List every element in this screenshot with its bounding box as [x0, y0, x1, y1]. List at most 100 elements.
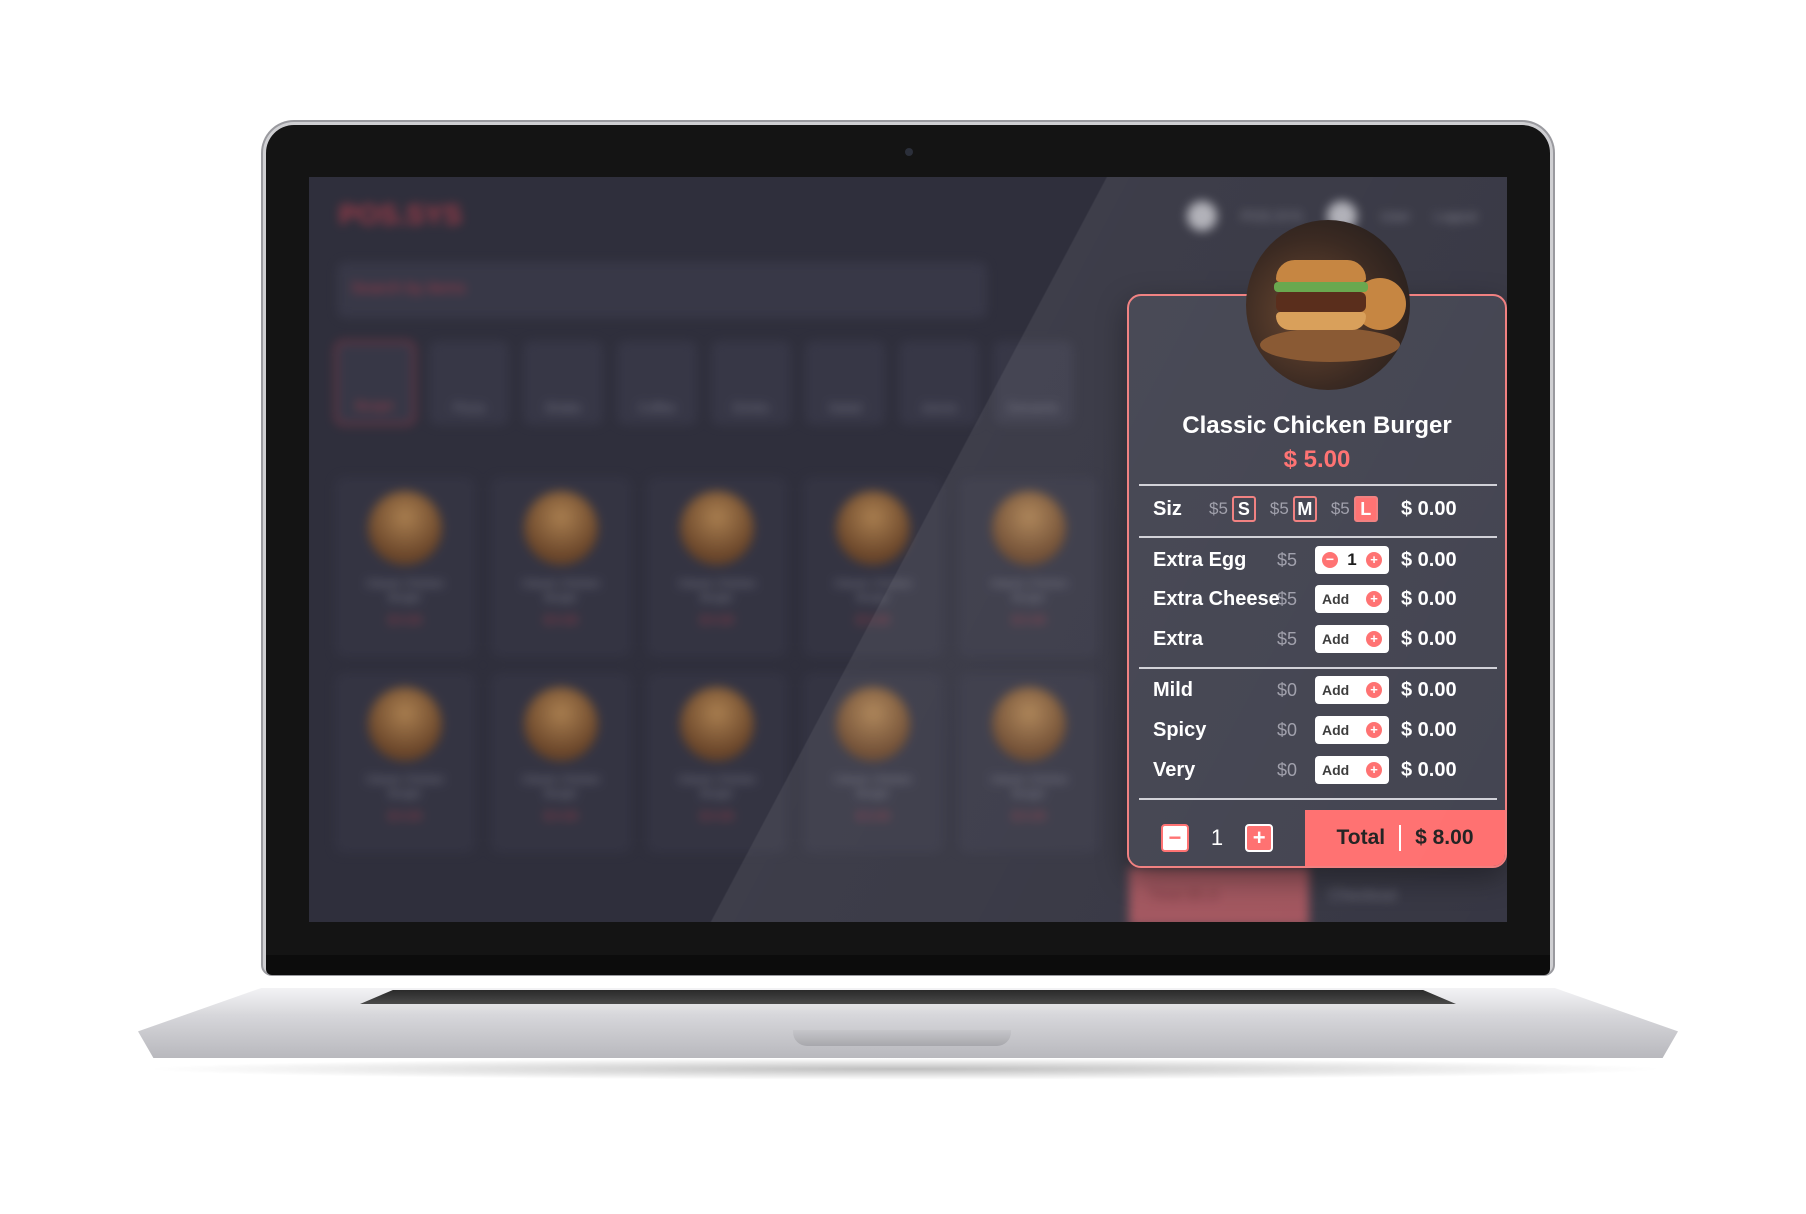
- add-label: Add: [1322, 682, 1350, 698]
- category-tab[interactable]: Salad: [805, 341, 885, 425]
- spice-cost: $0: [1277, 719, 1298, 740]
- extra-label: Extra Egg: [1153, 548, 1247, 571]
- add-button[interactable]: Add +: [1315, 716, 1389, 744]
- menu-item-price: $ 5.00: [856, 613, 890, 627]
- plate-shape: [1260, 328, 1400, 362]
- add-label: Add: [1322, 591, 1350, 607]
- spice-label: Spicy: [1153, 718, 1207, 741]
- category-bar: Burger Pizza Shake Coffee Drinks Salad J…: [335, 341, 1073, 425]
- menu-item-card[interactable]: Classic Chicken Burger $ 5.00: [959, 673, 1099, 853]
- store-name[interactable]: POS.SYS: [1241, 208, 1302, 224]
- extra-cost: $5: [1277, 628, 1298, 649]
- category-label: Salad: [828, 400, 862, 415]
- burger-image: [992, 687, 1066, 761]
- minus-icon[interactable]: −: [1322, 552, 1338, 568]
- plus-icon: +: [1366, 631, 1382, 647]
- menu-item-card[interactable]: Classic Chicken Burger $ 5.00: [803, 477, 943, 657]
- category-tab[interactable]: Coffee: [617, 341, 697, 425]
- menu-item-price: $ 5.00: [700, 809, 734, 823]
- size-amount: $ 0.00: [1401, 497, 1457, 520]
- spice-amount: $ 0.00: [1401, 678, 1457, 701]
- menu-item-card[interactable]: Classic Chicken Burger $ 5.00: [647, 477, 787, 657]
- extra-row: Extra Egg $5 − 1 + $ 0.00: [1153, 545, 1491, 575]
- spice-cost: $0: [1277, 759, 1298, 780]
- burger-shape: [1276, 260, 1366, 282]
- spice-row: Mild $0 Add + $ 0.00: [1153, 675, 1491, 705]
- add-button[interactable]: Add +: [1315, 756, 1389, 784]
- menu-item-name: Classic Chicken Burger: [677, 774, 757, 800]
- category-tab[interactable]: Desserts: [993, 341, 1073, 425]
- menu-item-name: Classic Chicken Burger: [989, 578, 1069, 604]
- category-tab[interactable]: Pizza: [429, 341, 509, 425]
- add-button[interactable]: Add +: [1315, 625, 1389, 653]
- add-to-order-button[interactable]: Total $ 8.00: [1305, 810, 1505, 866]
- add-button[interactable]: Add +: [1315, 676, 1389, 704]
- category-label: Desserts: [1007, 400, 1059, 415]
- menu-item-price: $ 5.00: [544, 613, 578, 627]
- size-cost: $5: [1269, 499, 1289, 518]
- spice-label: Very: [1153, 758, 1196, 781]
- menu-item-card[interactable]: Classic Chicken Burger $ 5.00: [491, 673, 631, 853]
- category-label: Pizza: [453, 400, 485, 415]
- order-total: Total $5.8: [1129, 867, 1309, 922]
- laptop-bezel-bottom: [266, 955, 1550, 975]
- extra-row: Extra Cheese $5 Add + $ 0.00: [1153, 584, 1491, 614]
- lid-notch: [793, 1030, 1011, 1046]
- spice-row: Spicy $0 Add + $ 0.00: [1153, 715, 1491, 745]
- menu-item-card[interactable]: Classic Chicken Burger $ 5.00: [647, 673, 787, 853]
- decrease-button[interactable]: −: [1160, 824, 1189, 852]
- product-title: Classic Chicken Burger: [1182, 412, 1452, 439]
- burger-image: [368, 491, 442, 565]
- search-input[interactable]: Search by items: [337, 262, 987, 318]
- menu-item-card[interactable]: Classic Chicken Burger $ 5.00: [959, 477, 1099, 657]
- menu-item-card[interactable]: Classic Chicken Burger $ 5.00: [803, 673, 943, 853]
- plus-icon: +: [1366, 722, 1382, 738]
- size-row: Siz $5 S $5 M $5 L $ 0.00: [1153, 494, 1491, 524]
- size-options: $5 S $5 M $5 L: [1199, 496, 1378, 522]
- order-total-value: $5.8: [1187, 887, 1219, 904]
- menu-item-price: $ 5.00: [544, 809, 578, 823]
- category-label: Drinks: [732, 400, 770, 415]
- menu-item-card[interactable]: Classic Chicken Burger $ 5.00: [335, 477, 475, 657]
- burger-image: [368, 687, 442, 761]
- category-tab[interactable]: Drinks: [711, 341, 791, 425]
- store-avatar: [1187, 201, 1218, 231]
- burger-shape: [1274, 282, 1368, 292]
- category-tab[interactable]: Juices: [899, 341, 979, 425]
- quantity-value: 1: [1210, 825, 1224, 850]
- product-price: $ 5.00: [1283, 446, 1351, 473]
- extra-cost: $5: [1277, 588, 1298, 609]
- plus-icon: +: [1366, 591, 1382, 607]
- category-tab[interactable]: Burger: [335, 341, 415, 425]
- laptop-shadow: [140, 1058, 1670, 1080]
- total-value: $ 8.00: [1415, 826, 1474, 849]
- increase-button[interactable]: +: [1245, 824, 1274, 852]
- checkout-button[interactable]: Checkout: [1309, 867, 1507, 922]
- menu-item-price: $ 5.00: [700, 613, 734, 627]
- divider: [1139, 536, 1497, 538]
- category-label: Burger: [355, 398, 395, 413]
- logout-link[interactable]: Logout: [1434, 208, 1477, 224]
- burger-image: [680, 491, 754, 565]
- total-divider: [1399, 825, 1402, 851]
- extra-amount: $ 0.00: [1401, 627, 1457, 650]
- extra-egg-stepper: − 1 +: [1315, 546, 1389, 574]
- size-cost: $5: [1330, 499, 1350, 518]
- extra-row: Extra $5 Add + $ 0.00: [1153, 624, 1491, 654]
- plus-icon[interactable]: +: [1366, 552, 1382, 568]
- size-s-button[interactable]: S: [1231, 496, 1256, 522]
- menu-item-card[interactable]: Classic Chicken Burger $ 5.00: [335, 673, 475, 853]
- extra-label: Extra: [1153, 627, 1204, 650]
- burger-image: [992, 491, 1066, 565]
- divider: [1139, 484, 1497, 486]
- add-label: Add: [1322, 631, 1350, 647]
- size-l-button[interactable]: L: [1353, 496, 1378, 522]
- menu-item-name: Classic Chicken Burger: [833, 578, 913, 604]
- user-name[interactable]: User: [1381, 208, 1411, 224]
- size-m-button[interactable]: M: [1292, 496, 1317, 522]
- burger-image: [524, 491, 598, 565]
- menu-item-card[interactable]: Classic Chicken Burger $ 5.00: [491, 477, 631, 657]
- category-tab[interactable]: Shake: [523, 341, 603, 425]
- add-button[interactable]: Add +: [1315, 585, 1389, 613]
- menu-item-price: $ 5.00: [1012, 613, 1046, 627]
